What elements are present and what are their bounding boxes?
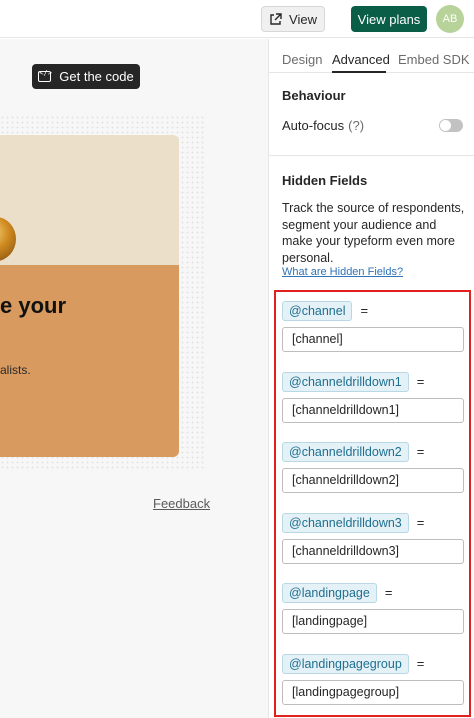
form-preview-card: e your alists. bbox=[0, 135, 179, 457]
field-value-input[interactable]: [channeldrilldown1] bbox=[282, 398, 464, 423]
code-icon bbox=[38, 69, 52, 82]
equals-sign: = bbox=[384, 585, 393, 600]
hidden-field-landingpagegroup: @landingpagegroup = [landingpagegroup] bbox=[282, 654, 464, 705]
field-value-input[interactable]: [channeldrilldown2] bbox=[282, 468, 464, 493]
equals-sign: = bbox=[416, 444, 425, 459]
view-plans-button[interactable]: View plans bbox=[351, 6, 427, 32]
card-illustration bbox=[0, 217, 16, 261]
equals-sign: = bbox=[416, 515, 425, 530]
what-are-hidden-fields-link[interactable]: What are Hidden Fields? bbox=[282, 266, 403, 278]
field-chip: @channel bbox=[282, 301, 353, 321]
card-text: alists. bbox=[0, 363, 31, 377]
autofocus-toggle[interactable] bbox=[439, 119, 463, 132]
field-value-input[interactable]: [landingpagegroup] bbox=[282, 680, 464, 705]
tab-advanced[interactable]: Advanced bbox=[332, 52, 390, 67]
field-value-input[interactable]: [channeldrilldown3] bbox=[282, 539, 464, 564]
hidden-field-channeldrilldown3: @channeldrilldown3 = [channeldrilldown3] bbox=[282, 513, 464, 564]
equals-sign: = bbox=[416, 374, 425, 389]
settings-panel: Design Advanced Embed SDK Behaviour Auto… bbox=[268, 39, 474, 718]
panel-tabs: Design Advanced Embed SDK bbox=[269, 39, 474, 73]
field-chip: @landingpagegroup bbox=[282, 654, 409, 674]
field-chip: @landingpage bbox=[282, 583, 377, 603]
hidden-field-landingpage: @landingpage = [landingpage] bbox=[282, 583, 464, 634]
autofocus-row: Auto-focus (?) bbox=[282, 118, 364, 133]
active-tab-indicator bbox=[332, 71, 386, 73]
hidden-field-channel: @channel = [channel] bbox=[282, 301, 464, 352]
autofocus-help-icon[interactable]: (?) bbox=[348, 118, 364, 133]
hidden-field-channeldrilldown2: @channeldrilldown2 = [channeldrilldown2] bbox=[282, 442, 464, 493]
feedback-link[interactable]: Feedback bbox=[153, 496, 210, 511]
tab-design[interactable]: Design bbox=[282, 52, 322, 67]
field-chip: @channeldrilldown1 bbox=[282, 372, 409, 392]
field-chip: @channeldrilldown2 bbox=[282, 442, 409, 462]
top-bar: View View plans AB bbox=[0, 0, 474, 38]
hidden-fields-list: @channel = [channel] @channeldrilldown1 = … bbox=[274, 290, 471, 717]
equals-sign: = bbox=[360, 303, 369, 318]
view-button-label: View bbox=[289, 11, 317, 27]
view-button[interactable]: View bbox=[261, 6, 325, 32]
toggle-knob bbox=[440, 120, 451, 131]
preview-canvas: Get the code e your alists. Feedback bbox=[0, 39, 268, 718]
hidden-fields-title: Hidden Fields bbox=[282, 173, 368, 188]
behaviour-title: Behaviour bbox=[282, 88, 346, 103]
get-the-code-label: Get the code bbox=[59, 69, 134, 84]
hidden-fields-description: Track the source of respondents, segment… bbox=[282, 201, 465, 265]
card-image-area bbox=[0, 135, 179, 265]
avatar[interactable]: AB bbox=[436, 5, 464, 33]
card-heading: e your bbox=[0, 293, 67, 318]
get-the-code-button[interactable]: Get the code bbox=[32, 64, 140, 89]
autofocus-label: Auto-focus bbox=[282, 118, 345, 133]
field-chip: @channeldrilldown3 bbox=[282, 513, 409, 533]
field-value-input[interactable]: [channel] bbox=[282, 327, 464, 352]
external-link-icon bbox=[270, 12, 282, 25]
hidden-field-channeldrilldown1: @channeldrilldown1 = [channeldrilldown1] bbox=[282, 372, 464, 423]
card-content-area: e your alists. bbox=[0, 265, 179, 457]
section-divider bbox=[269, 155, 474, 156]
tab-embed-sdk[interactable]: Embed SDK bbox=[398, 52, 470, 67]
equals-sign: = bbox=[416, 656, 425, 671]
field-value-input[interactable]: [landingpage] bbox=[282, 609, 464, 634]
